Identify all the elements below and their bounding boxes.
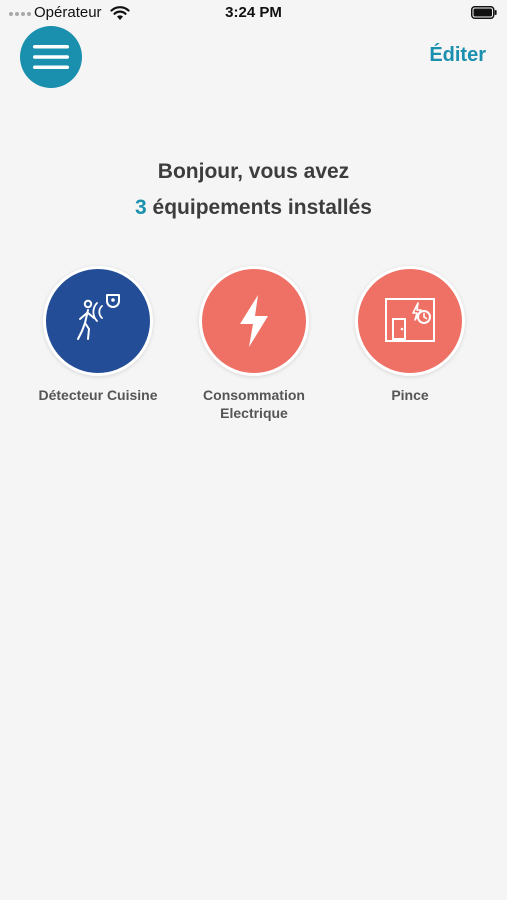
device-label: Consommation Electrique: [203, 387, 305, 421]
device-icon-circle: [43, 266, 153, 376]
device-count: 3: [135, 196, 147, 219]
device-icon-circle: [199, 266, 309, 376]
device-consommation-electrique[interactable]: Consommation Electrique: [179, 266, 329, 422]
battery-icon: [471, 6, 497, 19]
motion-detector-icon: [77, 294, 120, 340]
lightning-icon: [240, 295, 268, 347]
status-time: 3:24 PM: [225, 4, 282, 21]
greeting-line2: 3 équipements installés: [0, 190, 507, 226]
edit-button[interactable]: Éditer: [429, 44, 486, 67]
greeting-line1: Bonjour, vous avez: [157, 160, 350, 183]
menu-button[interactable]: [20, 26, 82, 88]
device-label: Pince: [391, 387, 429, 403]
device-pince[interactable]: Pince: [335, 266, 485, 404]
greeting-line2-text: équipements installés: [146, 196, 372, 219]
device-label: Détecteur Cuisine: [38, 387, 158, 403]
device-detecteur-cuisine[interactable]: Détecteur Cuisine: [23, 266, 173, 404]
electrical-panel-icon: [385, 298, 435, 342]
hamburger-icon: [33, 45, 69, 69]
greeting: Bonjour, vous avez 3 équipements install…: [0, 154, 507, 226]
device-icon-circle: [355, 266, 465, 376]
status-bar: Opérateur 3:24 PM: [0, 0, 507, 26]
